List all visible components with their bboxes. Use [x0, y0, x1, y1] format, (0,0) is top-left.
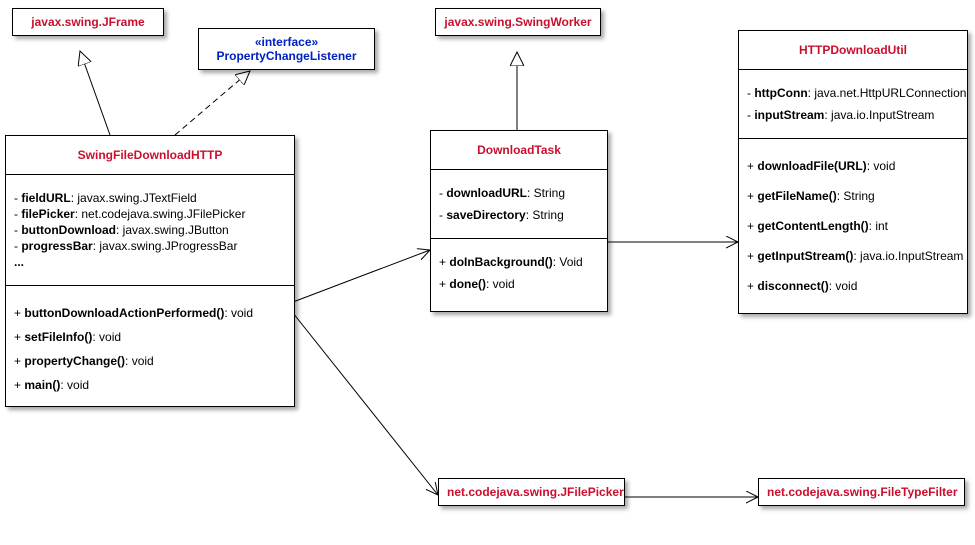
attributes: - downloadURL: String - saveDirectory: S… — [431, 169, 607, 238]
attr-row: - downloadURL: String — [439, 186, 599, 200]
attributes: - fieldURL: javax.swing.JTextField - fil… — [6, 174, 294, 285]
class-download-task: DownloadTask - downloadURL: String - sav… — [430, 130, 608, 312]
class-title: net.codejava.swing.JFilePicker — [439, 479, 624, 505]
class-swing-worker: javax.swing.SwingWorker — [435, 8, 601, 36]
op-row: + getFileName(): String — [747, 189, 959, 203]
class-jframe: javax.swing.JFrame — [12, 8, 164, 36]
operations: + doInBackground(): Void + done(): void — [431, 238, 607, 311]
attr-row: - buttonDownload: javax.swing.JButton — [14, 223, 286, 237]
op-row: + propertyChange(): void — [14, 354, 286, 368]
class-file-type-filter: net.codejava.swing.FileTypeFilter — [758, 478, 965, 506]
op-row: + buttonDownloadActionPerformed(): void — [14, 306, 286, 320]
operations: + buttonDownloadActionPerformed(): void … — [6, 285, 294, 406]
class-title: SwingFileDownloadHTTP — [6, 136, 294, 174]
op-row: + getInputStream(): java.io.InputStream — [747, 249, 959, 263]
op-row: + getContentLength(): int — [747, 219, 959, 233]
op-row: + disconnect(): void — [747, 279, 959, 293]
operations: + downloadFile(URL): void + getFileName(… — [739, 138, 967, 313]
attr-row: - fieldURL: javax.swing.JTextField — [14, 191, 286, 205]
interface-property-change-listener: «interface» PropertyChangeListener — [198, 28, 375, 70]
class-title: javax.swing.SwingWorker — [436, 9, 600, 35]
op-row: + done(): void — [439, 277, 599, 291]
attr-row: - httpConn: java.net.HttpURLConnection — [747, 86, 959, 100]
attr-row: - inputStream: java.io.InputStream — [747, 108, 959, 122]
class-title: javax.swing.JFrame — [13, 9, 163, 35]
attr-row: - saveDirectory: String — [439, 208, 599, 222]
op-row: + downloadFile(URL): void — [747, 159, 959, 173]
attr-row: - progressBar: javax.swing.JProgressBar — [14, 239, 286, 253]
class-http-download-util: HTTPDownloadUtil - httpConn: java.net.Ht… — [738, 30, 968, 314]
class-jfile-picker: net.codejava.swing.JFilePicker — [438, 478, 625, 506]
op-row: + doInBackground(): Void — [439, 255, 599, 269]
attributes: - httpConn: java.net.HttpURLConnection -… — [739, 69, 967, 138]
attr-row: ... — [14, 255, 286, 269]
class-title: DownloadTask — [431, 131, 607, 169]
op-row: + main(): void — [14, 378, 286, 392]
class-title: «interface» PropertyChangeListener — [199, 29, 374, 69]
class-title: HTTPDownloadUtil — [739, 31, 967, 69]
class-title: net.codejava.swing.FileTypeFilter — [759, 479, 964, 505]
op-row: + setFileInfo(): void — [14, 330, 286, 344]
class-swing-file-download-http: SwingFileDownloadHTTP - fieldURL: javax.… — [5, 135, 295, 407]
uml-canvas: javax.swing.JFrame «interface» PropertyC… — [0, 0, 975, 545]
attr-row: - filePicker: net.codejava.swing.JFilePi… — [14, 207, 286, 221]
